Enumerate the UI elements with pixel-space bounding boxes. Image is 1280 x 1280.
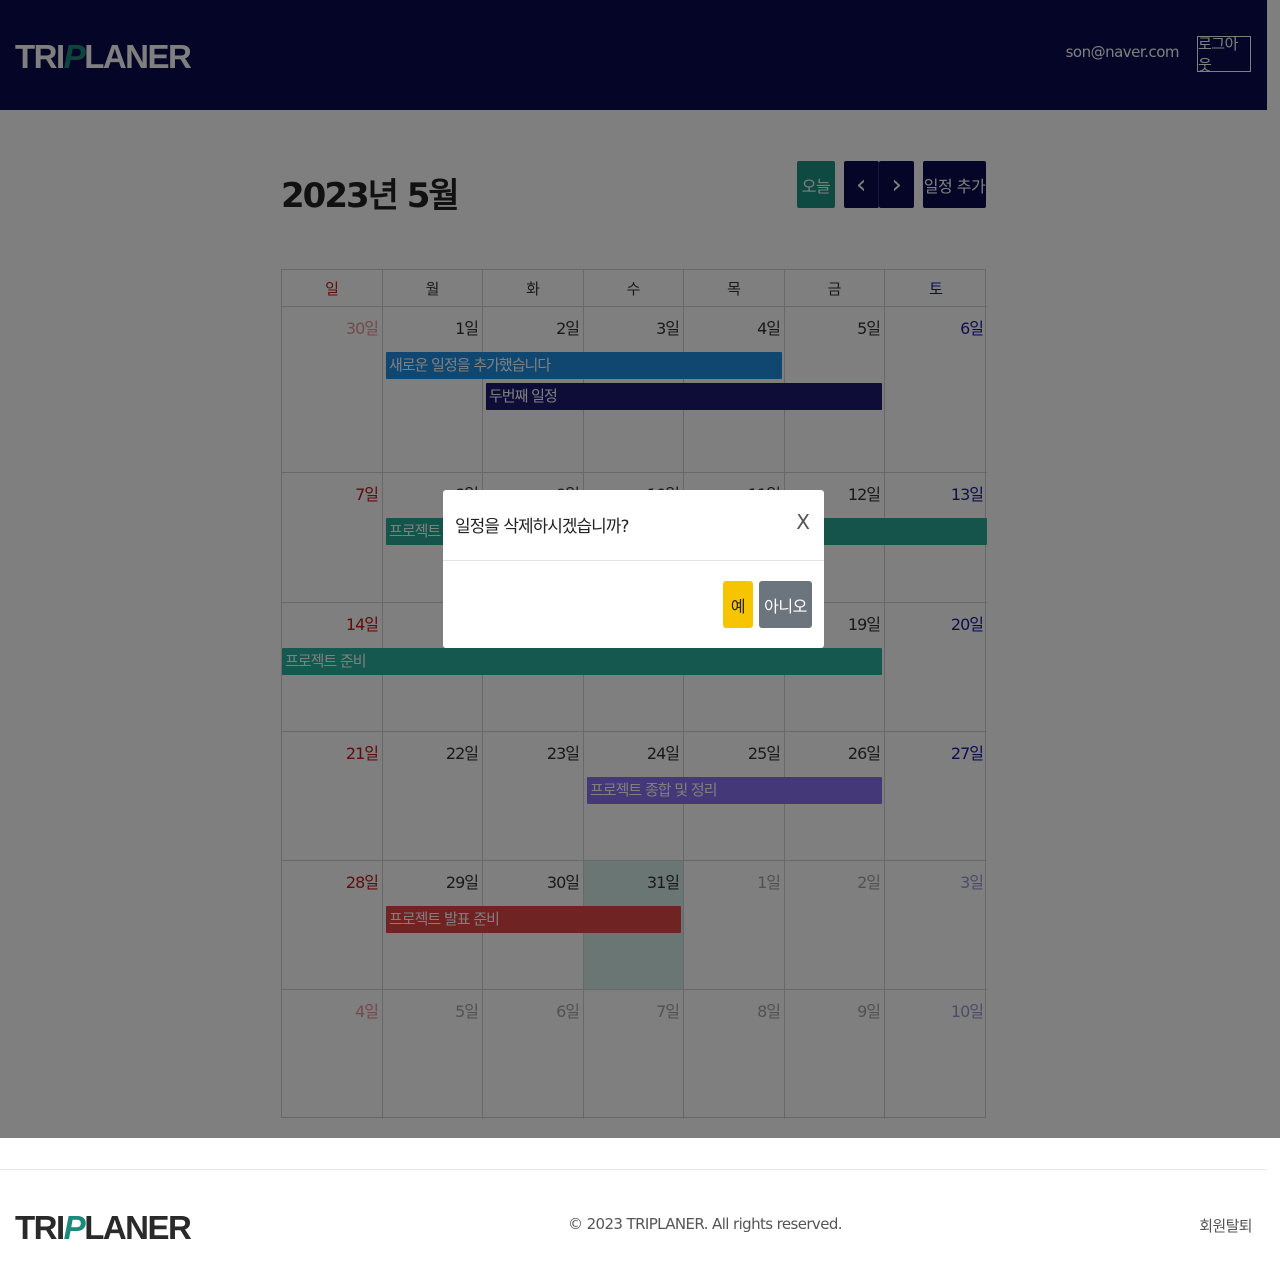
dialog-title: 일정을 삭제하시겠습니까?	[455, 517, 629, 537]
delete-confirm-dialog: 일정을 삭제하시겠습니까? X 예 아니오	[443, 490, 824, 648]
close-icon[interactable]: X	[796, 510, 810, 534]
footer: TRIPLANER © 2023 TRIPLANER. All rights r…	[0, 1138, 1280, 1280]
confirm-yes-button[interactable]: 예	[723, 581, 753, 628]
withdraw-link[interactable]: 회원탈퇴	[1199, 1215, 1252, 1236]
footer-divider	[0, 1169, 1267, 1170]
dialog-divider	[443, 560, 824, 561]
copyright-text: © 2023 TRIPLANER. All rights reserved.	[568, 1215, 843, 1233]
footer-logo: TRIPLANER	[15, 1209, 192, 1246]
footer-logo-text-pre: TRI	[15, 1209, 65, 1246]
footer-logo-text-post: LANER	[84, 1209, 192, 1246]
confirm-no-button[interactable]: 아니오	[759, 581, 812, 628]
footer-logo-text-accent: P	[63, 1209, 86, 1246]
